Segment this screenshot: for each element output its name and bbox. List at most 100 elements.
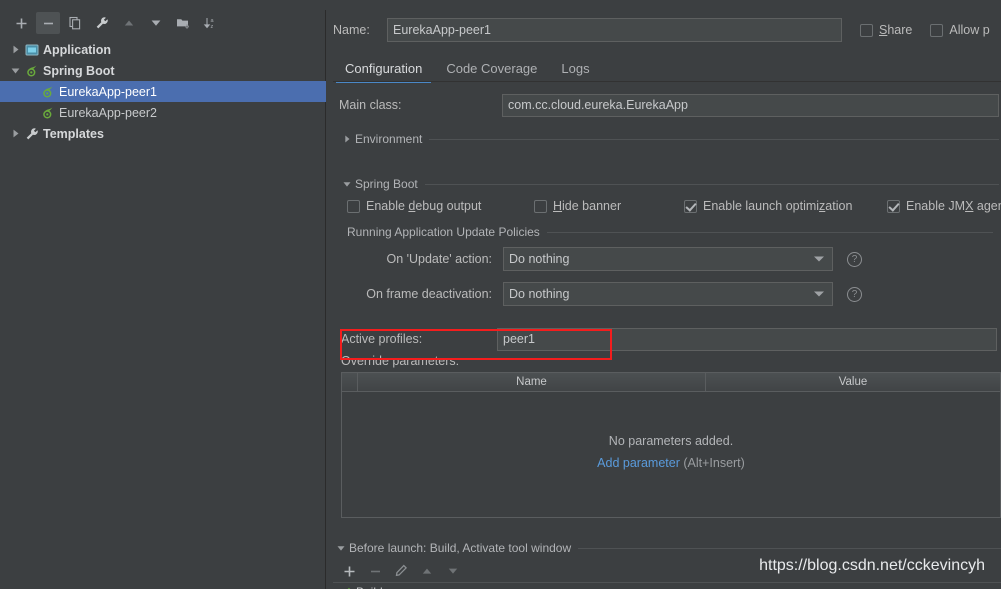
table-header-value[interactable]: Value [706, 373, 1000, 391]
override-parameters-table[interactable]: Name Value No parameters added. Add para… [341, 372, 1001, 518]
before-launch-add-button[interactable] [336, 561, 362, 581]
chevron-down-icon[interactable] [8, 67, 23, 75]
before-launch-move-up-button[interactable] [414, 561, 440, 581]
edit-templates-wrench-icon[interactable] [90, 12, 114, 34]
chevron-down-icon[interactable] [333, 545, 349, 552]
share-checkbox-box[interactable] [860, 23, 873, 37]
group-divider [429, 138, 999, 140]
before-launch-task-list[interactable]: Build [333, 582, 1001, 589]
add-parameter-line: Add parameter (Alt+Insert) [597, 456, 745, 470]
chevron-right-icon[interactable] [339, 135, 355, 143]
editor-tabs[interactable]: Configuration Code Coverage Logs [333, 55, 1001, 83]
tree-item-eurekaapp-peer2[interactable]: EurekaApp-peer2 [0, 102, 326, 123]
on-frame-deactivation-row: On frame deactivation: Do nothing ? [347, 282, 993, 306]
chevron-right-icon[interactable] [8, 45, 23, 54]
tree-item-eurekaapp-peer1[interactable]: EurekaApp-peer1 [0, 81, 326, 102]
chevron-down-icon[interactable] [814, 291, 824, 297]
before-launch-remove-button[interactable] [362, 561, 388, 581]
spring-boot-group-header[interactable]: Spring Boot [339, 176, 999, 192]
active-profiles-label: Active profiles: [341, 332, 423, 346]
sort-configurations-icon[interactable]: a z [198, 12, 222, 34]
watermark-text: https://blog.csdn.net/cckevincyh [759, 557, 985, 574]
on-update-action-label: On 'Update' action: [386, 252, 492, 266]
allow-parallel-run-label: Allow p [949, 23, 990, 37]
table-header-row: Name Value [342, 373, 1000, 392]
enable-launch-optimization-box[interactable] [684, 199, 697, 213]
on-update-action-help-icon[interactable]: ? [847, 251, 862, 267]
on-frame-deactivation-label: On frame deactivation: [366, 287, 492, 301]
move-into-folder-icon[interactable] [171, 12, 195, 34]
before-launch-edit-pencil-icon[interactable] [388, 561, 414, 581]
tab-logs[interactable]: Logs [549, 55, 601, 81]
tree-item-spring-boot[interactable]: Spring Boot [0, 60, 326, 81]
on-frame-deactivation-value: Do nothing [509, 287, 570, 301]
enable-jmx-agent-label: Enable JMX agen [906, 199, 1001, 213]
spring-boot-icon [39, 85, 57, 99]
tree-item-templates[interactable]: Templates [0, 123, 326, 144]
hide-banner-checkbox[interactable]: Hide banner [534, 199, 621, 213]
table-header-spacer [342, 373, 358, 391]
name-input[interactable] [387, 18, 842, 42]
enable-launch-optimization-checkbox[interactable]: Enable launch optimization [684, 199, 852, 213]
enable-launch-optimization-label: Enable launch optimization [703, 199, 853, 213]
add-configuration-button[interactable] [9, 12, 33, 34]
enable-jmx-agent-checkbox[interactable]: Enable JMX agen [887, 199, 1001, 213]
on-update-action-row: On 'Update' action: Do nothing ? [347, 247, 993, 271]
main-class-input[interactable] [502, 93, 999, 117]
configurations-tree-panel: a z Application Spring Boot EurekaApp-pe… [0, 0, 326, 589]
svg-text:z: z [210, 24, 213, 30]
chevron-right-icon[interactable] [8, 129, 23, 138]
copy-configuration-button[interactable] [63, 12, 87, 34]
configuration-tab-content: Main class: Environment Spring Boot [333, 88, 1001, 528]
application-icon [23, 43, 41, 57]
tree-item-label: Templates [43, 126, 104, 141]
tab-configuration[interactable]: Configuration [333, 55, 434, 83]
environment-group-header[interactable]: Environment [339, 131, 999, 147]
share-label: Share [879, 23, 913, 37]
enable-jmx-agent-box[interactable] [887, 199, 900, 213]
table-empty-state: No parameters added. Add parameter (Alt+… [342, 392, 1000, 517]
tree-item-label: Application [43, 42, 112, 57]
tab-code-coverage[interactable]: Code Coverage [434, 55, 549, 81]
tree-item-label: EurekaApp-peer1 [59, 84, 157, 99]
group-divider [546, 231, 993, 233]
configuration-editor-panel: Name: Share Allow p Configuration Code C… [327, 0, 1001, 589]
on-update-action-select[interactable]: Do nothing [503, 247, 833, 271]
group-divider [424, 183, 999, 185]
tree-item-label: EurekaApp-peer2 [59, 105, 157, 120]
active-profiles-input[interactable] [497, 327, 997, 351]
before-launch-task-item[interactable]: Build [333, 583, 1001, 589]
hide-banner-box[interactable] [534, 199, 547, 213]
spring-boot-icon [23, 64, 41, 78]
on-frame-deactivation-help-icon[interactable]: ? [847, 286, 862, 302]
move-down-button[interactable] [144, 12, 168, 34]
hide-banner-label: Hide banner [553, 199, 622, 213]
tree-item-application[interactable]: Application [0, 39, 326, 60]
table-header-name[interactable]: Name [358, 373, 706, 391]
spring-boot-icon [39, 106, 57, 120]
spring-boot-group-title: Spring Boot [355, 177, 418, 191]
before-launch-group-header[interactable]: Before launch: Build, Activate tool wind… [333, 540, 1001, 556]
add-parameter-hint: (Alt+Insert) [683, 455, 745, 470]
no-parameters-text: No parameters added. [608, 433, 734, 448]
on-frame-deactivation-select[interactable]: Do nothing [503, 282, 833, 306]
run-debug-configurations-dialog: a z Application Spring Boot EurekaApp-pe… [0, 0, 1001, 589]
allow-parallel-run-checkbox[interactable]: Allow p [930, 23, 990, 37]
main-class-label: Main class: [339, 98, 402, 112]
group-divider [578, 547, 1001, 549]
panel-top-strip [0, 0, 326, 10]
main-class-row: Main class: [339, 93, 999, 117]
chevron-down-icon[interactable] [814, 256, 824, 262]
chevron-down-icon[interactable] [339, 181, 355, 188]
enable-debug-output-checkbox[interactable]: Enable debug output [347, 199, 481, 213]
configurations-tree[interactable]: Application Spring Boot EurekaApp-peer1 … [0, 39, 326, 579]
move-up-button[interactable] [117, 12, 141, 34]
before-launch-move-down-button[interactable] [440, 561, 466, 581]
allow-parallel-run-checkbox-box[interactable] [930, 23, 944, 37]
enable-debug-output-box[interactable] [347, 199, 360, 213]
running-app-update-policies-title: Running Application Update Policies [347, 225, 540, 239]
remove-configuration-button[interactable] [36, 12, 60, 34]
share-checkbox[interactable]: Share [860, 23, 912, 37]
before-launch-task-label: Build [356, 585, 383, 589]
add-parameter-link[interactable]: Add parameter [597, 456, 680, 470]
